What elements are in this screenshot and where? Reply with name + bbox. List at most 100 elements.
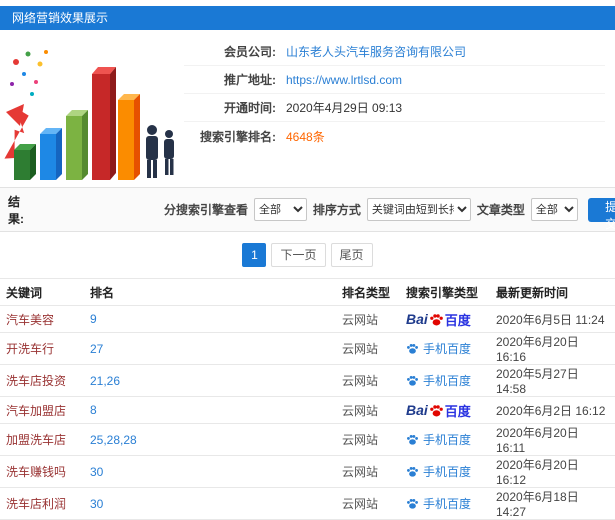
- baidu-logo-hanzi: 百度: [444, 312, 471, 328]
- mobile-baidu-label: 手机百度: [423, 432, 472, 447]
- table-row: 洗车赚钱吗 30 云网站 手机百度 2020年6月20日 16:12: [0, 455, 615, 488]
- table-row: 开洗车行 27 云网站 手机百度 2020年6月20日 16:16: [0, 332, 615, 365]
- last-page-button[interactable]: 尾页: [330, 243, 373, 267]
- paw-icon: [407, 375, 418, 386]
- rank-type-cell: 云网站: [338, 487, 402, 520]
- paw-icon: [429, 313, 443, 325]
- header-keyword: 关键词: [0, 278, 86, 306]
- table-row: 汽车加盟店 8 云网站 Bai 百度 2020年6月2日 16:12: [0, 396, 615, 424]
- mobile-baidu-logo: 手机百度: [406, 372, 471, 389]
- updated-cell: 2020年6月2日 16:12: [492, 396, 615, 424]
- results-section-label: 结果:: [8, 194, 24, 226]
- member-info-fields: 会员公司: 山东老人头汽车服务咨询有限公司 推广地址: https://www.…: [178, 30, 615, 187]
- baidu-logo: Bai 百度: [406, 401, 471, 420]
- filter-section: 结果: 分搜索引擎查看 全部 排序方式 关键词由短到长排序 文章类型 全部 提交: [0, 188, 615, 232]
- mobile-baidu-logo: 手机百度: [406, 340, 471, 357]
- rank-type-cell: 云网站: [338, 305, 402, 333]
- page: 网络营销效果展示 会员公司: 山东老人头汽车服务咨询有限公司 推广地址: htt…: [0, 0, 615, 520]
- baidu-logo-latin: Bai: [406, 402, 428, 418]
- rank-cell: 30: [86, 455, 338, 488]
- engine-cell: Bai 百度: [402, 396, 492, 424]
- updated-cell: 2020年6月5日 11:24: [492, 305, 615, 333]
- article-type-label: 文章类型: [476, 203, 525, 217]
- mobile-baidu-logo: 手机百度: [406, 495, 471, 512]
- mobile-baidu-label: 手机百度: [423, 464, 472, 479]
- paw-icon: [407, 343, 418, 354]
- engine-cell: 手机百度: [402, 455, 492, 488]
- engine-rank-label: 搜索引擎排名:: [200, 129, 276, 144]
- field-row-open-time: 开通时间: 2020年4月29日 09:13: [184, 94, 605, 122]
- baidu-logo-hanzi: 百度: [444, 403, 471, 419]
- pagination: 1 下一页 尾页: [0, 232, 615, 278]
- article-type-select[interactable]: 全部: [530, 198, 579, 221]
- open-time-label: 开通时间:: [224, 101, 276, 115]
- keyword-cell: 洗车店投资: [0, 364, 86, 397]
- rank-cell: 9: [86, 305, 338, 333]
- updated-cell: 2020年6月20日 16:11: [492, 423, 615, 456]
- rank-type-cell: 云网站: [338, 396, 402, 424]
- paw-icon: [407, 498, 418, 509]
- bar-chart-graphic: [4, 50, 174, 180]
- rank-type-cell: 云网站: [338, 455, 402, 488]
- titlebar: 网络营销效果展示: [0, 6, 615, 30]
- mobile-baidu-label: 手机百度: [423, 341, 472, 356]
- page-title: 网络营销效果展示: [12, 11, 109, 25]
- keyword-cell: 汽车美容: [0, 305, 86, 333]
- company-label: 会员公司:: [224, 45, 276, 59]
- table-row: 汽车美容 9 云网站 Bai 百度 2020年6月5日 11:24: [0, 305, 615, 333]
- filter-group: 分搜索引擎查看 全部 排序方式 关键词由短到长排序 文章类型 全部 提交: [164, 197, 615, 231]
- promo-url-label: 推广地址:: [224, 73, 276, 87]
- engine-filter-select[interactable]: 全部: [254, 198, 307, 221]
- keyword-cell: 汽车加盟店: [0, 396, 86, 424]
- paw-icon: [429, 404, 443, 416]
- table-row: 洗车店投资 21,26 云网站 手机百度 2020年5月27日 14:58: [0, 364, 615, 397]
- rank-cell: 25,28,28: [86, 423, 338, 456]
- rank-cell: 8: [86, 396, 338, 424]
- updated-cell: 2020年6月20日 16:12: [492, 455, 615, 488]
- updated-cell: 2020年6月20日 16:16: [492, 332, 615, 365]
- rank-type-cell: 云网站: [338, 423, 402, 456]
- mobile-baidu-label: 手机百度: [423, 373, 472, 388]
- sort-filter-select[interactable]: 关键词由短到长排序: [366, 198, 471, 221]
- engine-cell: 手机百度: [402, 332, 492, 365]
- engine-cell: 手机百度: [402, 364, 492, 397]
- keyword-cell: 洗车赚钱吗: [0, 455, 86, 488]
- promo-url-link[interactable]: https://www.lrtlsd.com: [286, 73, 402, 87]
- submit-button[interactable]: 提交: [588, 197, 615, 231]
- updated-cell: 2020年5月27日 14:58: [492, 364, 615, 397]
- open-time-value: 2020年4月29日 09:13: [286, 101, 403, 115]
- rank-cell: 30: [86, 487, 338, 520]
- rank-type-cell: 云网站: [338, 332, 402, 365]
- next-page-button[interactable]: 下一页: [271, 243, 326, 267]
- header-engine-type: 搜索引擎类型: [402, 278, 492, 306]
- engine-rank-count: 4648条: [286, 129, 325, 144]
- baidu-logo-latin: Bai: [406, 311, 428, 327]
- table-row: 洗车店利润 30 云网站 手机百度 2020年6月18日 14:27: [0, 487, 615, 520]
- paw-icon: [407, 434, 418, 445]
- header-updated: 最新更新时间: [492, 278, 615, 306]
- mobile-baidu-logo: 手机百度: [406, 463, 471, 480]
- sort-filter-label: 排序方式: [312, 203, 361, 217]
- keyword-cell: 开洗车行: [0, 332, 86, 365]
- page-button-current[interactable]: 1: [242, 243, 267, 267]
- field-row-engine-rank: 搜索引擎排名: 4648条: [184, 122, 605, 150]
- rank-cell: 27: [86, 332, 338, 365]
- paw-icon: [407, 466, 418, 477]
- keyword-cell: 洗车店利润: [0, 487, 86, 520]
- results-table: 关键词 排名 排名类型 搜索引擎类型 最新更新时间 汽车美容 9 云网站 Bai…: [0, 278, 615, 520]
- field-row-company: 会员公司: 山东老人头汽车服务咨询有限公司: [184, 38, 605, 66]
- field-row-url: 推广地址: https://www.lrtlsd.com: [184, 66, 605, 94]
- engine-cell: Bai 百度: [402, 305, 492, 333]
- baidu-logo: Bai 百度: [406, 310, 471, 329]
- info-section: 会员公司: 山东老人头汽车服务咨询有限公司 推广地址: https://www.…: [0, 30, 615, 188]
- rank-type-cell: 云网站: [338, 364, 402, 397]
- table-header-row: 关键词 排名 排名类型 搜索引擎类型 最新更新时间: [0, 278, 615, 306]
- rank-cell: 21,26: [86, 364, 338, 397]
- results-table-body: 汽车美容 9 云网站 Bai 百度 2020年6月5日 11:24 开洗车行 27…: [0, 305, 615, 520]
- engine-cell: 手机百度: [402, 423, 492, 456]
- updated-cell: 2020年6月18日 14:27: [492, 487, 615, 520]
- company-link[interactable]: 山东老人头汽车服务咨询有限公司: [286, 43, 466, 60]
- header-rank-type: 排名类型: [338, 278, 402, 306]
- marketing-chart-illustration: [0, 30, 178, 187]
- mobile-baidu-logo: 手机百度: [406, 431, 471, 448]
